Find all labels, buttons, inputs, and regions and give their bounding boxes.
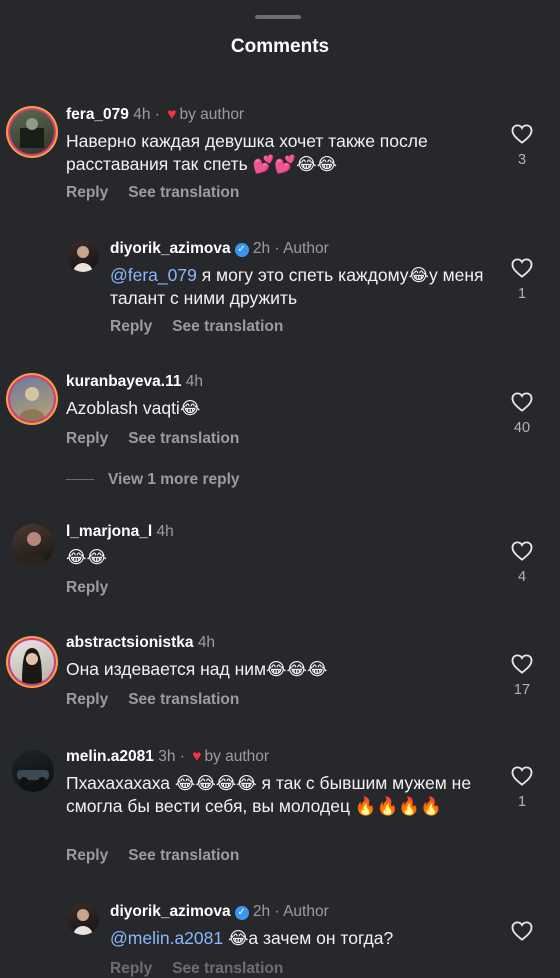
see-translation-button[interactable]: See translation [128, 691, 239, 708]
verified-badge-icon: ✓ [234, 243, 249, 257]
comment-meta: l_marjona_l 4h [66, 523, 174, 541]
heart-icon: ♥ [192, 748, 202, 765]
see-translation-button[interactable]: See translation [172, 960, 283, 977]
mention-link[interactable]: @melin.a2081 [110, 928, 223, 948]
comment-text: 😂😂 [66, 547, 107, 567]
divider-line [66, 479, 94, 481]
avatar[interactable] [67, 903, 99, 935]
heart-outline-icon [511, 258, 533, 278]
timestamp: 4h [133, 106, 151, 123]
reply-button[interactable]: Reply [66, 691, 108, 708]
comment-meta: kuranbayeva.11 4h [66, 373, 203, 391]
avatar-image [73, 246, 93, 272]
comment-meta: diyorik_azimova ✓ 2h · Author [110, 903, 329, 920]
username[interactable]: abstractsionistka [66, 634, 194, 651]
like-count: 40 [513, 420, 531, 436]
timestamp: 2h [252, 240, 271, 257]
comment-actions: Reply See translation [110, 960, 303, 978]
like-count: 1 [517, 794, 527, 810]
author-label: Author [283, 903, 329, 920]
see-translation-button[interactable]: See translation [128, 184, 239, 201]
like-count: 3 [517, 152, 527, 168]
timestamp: 2h [252, 903, 271, 920]
reply-button[interactable]: Reply [66, 579, 108, 596]
like-button[interactable]: 1 [507, 258, 537, 302]
see-translation-button[interactable]: See translation [128, 847, 239, 864]
avatar[interactable] [10, 110, 54, 154]
like-button[interactable]: 40 [507, 392, 537, 436]
timestamp: 4h [156, 523, 174, 540]
page-title: Comments [230, 36, 330, 57]
comment-text: Она издевается над ним😂😂😂 [66, 659, 328, 679]
comment-actions: Reply [66, 579, 128, 597]
liked-by-author-label: by author [204, 748, 270, 765]
comment-text: Пхахахахаха 😂😂😂😂 я так с бывшим мужем не… [66, 773, 472, 816]
heart-outline-icon [511, 766, 533, 786]
comment-text: Azoblash vaqti😂 [66, 398, 201, 418]
avatar[interactable] [67, 240, 99, 272]
comment-actions: Reply See translation [110, 318, 303, 336]
view-more-replies-button[interactable]: View 1 more reply [66, 471, 240, 489]
heart-icon: ♥ [167, 106, 177, 123]
like-button[interactable]: 1 [507, 766, 537, 810]
verified-badge-icon: ✓ [234, 906, 249, 920]
liked-by-author-label: by author [179, 106, 245, 123]
like-button[interactable]: 3 [507, 124, 537, 168]
avatar[interactable] [10, 640, 54, 684]
heart-outline-icon [511, 124, 533, 144]
timestamp: 3h [158, 748, 176, 765]
like-button[interactable] [507, 921, 537, 941]
reply-button[interactable]: Reply [110, 318, 152, 335]
like-count: 17 [513, 682, 531, 698]
comment-meta: diyorik_azimova ✓ 2h · Author [110, 240, 329, 257]
username[interactable]: fera_079 [66, 106, 129, 123]
username[interactable]: kuranbayeva.11 [66, 373, 181, 390]
comment-actions: Reply See translation [66, 430, 259, 448]
reply-button[interactable]: Reply [66, 184, 108, 201]
avatar[interactable] [12, 750, 54, 792]
comment-actions: Reply See translation [66, 847, 259, 865]
like-count: 1 [517, 286, 527, 302]
view-more-label: View 1 more reply [108, 471, 240, 488]
reply-button[interactable]: Reply [66, 847, 108, 864]
heart-outline-icon [511, 541, 533, 561]
username[interactable]: diyorik_azimova [110, 240, 231, 257]
avatar-image [73, 909, 93, 935]
reply-button[interactable]: Reply [66, 430, 108, 447]
reply-button[interactable]: Reply [110, 960, 152, 977]
comment-body: 😂а зачем он тогда? [223, 928, 394, 948]
author-label: Author [283, 240, 329, 257]
like-count: 4 [517, 569, 527, 585]
like-button[interactable]: 4 [507, 541, 537, 585]
avatar[interactable] [12, 524, 54, 566]
comment-text: @fera_079 я могу это спеть каждому😂у мен… [110, 264, 490, 310]
avatar-image [22, 648, 42, 684]
avatar-image [18, 387, 46, 421]
timestamp: 4h [197, 634, 216, 651]
heart-outline-icon [511, 921, 533, 941]
timestamp: 4h [185, 373, 204, 390]
comment-meta: melin.a2081 3h · ♥ by author [66, 748, 270, 765]
see-translation-button[interactable]: See translation [128, 430, 239, 447]
comment-meta: abstractsionistka 4h [66, 634, 215, 652]
comment-actions: Reply See translation [66, 691, 259, 709]
see-translation-button[interactable]: See translation [172, 318, 283, 335]
mention-link[interactable]: @fera_079 [110, 265, 197, 285]
heart-outline-icon [511, 392, 533, 412]
drag-handle[interactable] [255, 15, 301, 19]
username[interactable]: melin.a2081 [66, 748, 154, 765]
username[interactable]: l_marjona_l [66, 523, 152, 540]
comment-text: @melin.a2081 😂а зачем он тогда? [110, 927, 490, 950]
avatar-image [18, 532, 48, 566]
comment-text: Наверно каждая девушка хочет также после… [66, 131, 428, 174]
comment-actions: Reply See translation [66, 184, 259, 202]
heart-outline-icon [511, 654, 533, 674]
username[interactable]: diyorik_azimova [110, 903, 231, 920]
avatar[interactable] [10, 377, 54, 421]
avatar-image [20, 118, 44, 148]
like-button[interactable]: 17 [507, 654, 537, 698]
comment-meta: fera_079 4h · ♥ by author [66, 106, 245, 123]
avatar-image [17, 770, 49, 785]
